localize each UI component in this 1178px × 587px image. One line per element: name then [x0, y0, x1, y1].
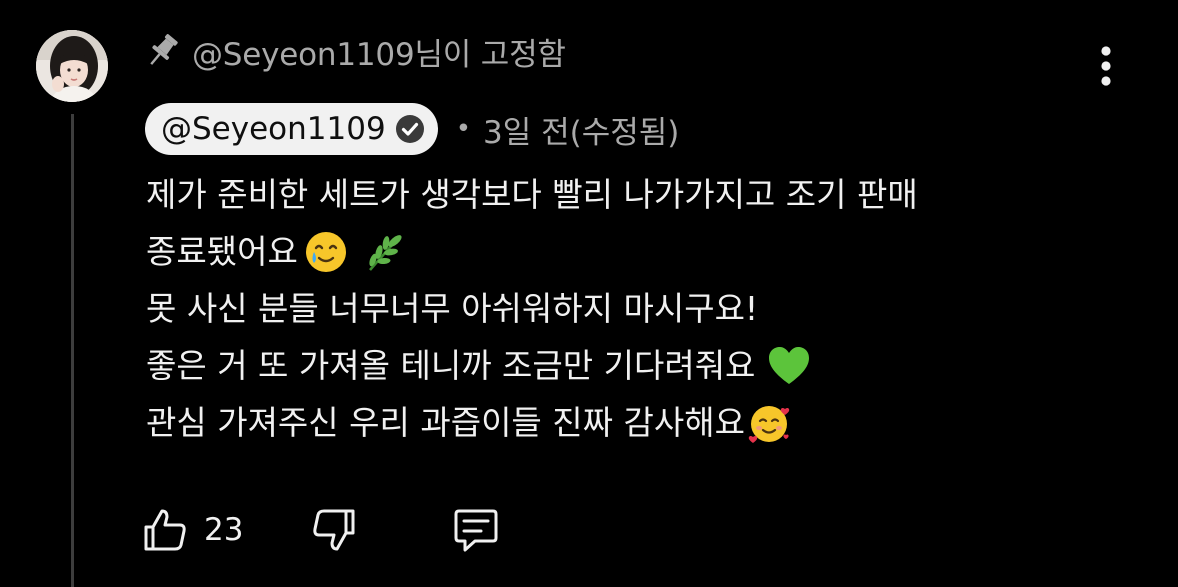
smiling-face-with-tear-icon: [302, 228, 350, 276]
like-count: 23: [204, 512, 244, 548]
herb-icon: [360, 228, 408, 276]
comment-text: 제가 준비한 세트가 생각보다 빨리 나가가지고 조기 판매 종료됐어요 못 사…: [146, 166, 1146, 451]
author-name[interactable]: @Seyeon1109: [161, 111, 386, 147]
thread-line: [71, 114, 74, 587]
separator-dot: •: [455, 114, 472, 144]
more-vertical-icon[interactable]: [1086, 44, 1126, 88]
author-chip[interactable]: @Seyeon1109: [145, 103, 438, 155]
comment-line-text: 제가 준비한 세트가 생각보다 빨리 나가가지고 조기 판매: [146, 175, 918, 214]
comment-header: @Seyeon1109 • 3일 전(수정됨): [145, 103, 679, 155]
comment-timestamp[interactable]: 3일 전(수정됨): [483, 107, 679, 152]
reply-comment-icon[interactable]: [451, 505, 501, 555]
comment-line: 제가 준비한 세트가 생각보다 빨리 나가가지고 조기 판매: [146, 166, 1146, 223]
comment-line: 못 사신 분들 너무너무 아쉬워하지 마시구요!: [146, 280, 1146, 337]
like-button[interactable]: 23: [140, 505, 243, 555]
thumbs-down-icon[interactable]: [309, 505, 359, 555]
dislike-button[interactable]: [309, 505, 359, 555]
comment-actions: 23: [140, 500, 501, 560]
smiling-face-with-hearts-icon: [745, 399, 793, 447]
pinned-by-text: @Seyeon1109님이 고정함: [192, 36, 566, 73]
thumbs-up-icon[interactable]: [140, 505, 190, 555]
comment-line: 관심 가져주신 우리 과즙이들 진짜 감사해요: [146, 394, 1146, 451]
comment-line-text: 못 사신 분들 너무너무 아쉬워하지 마시구요!: [146, 289, 759, 328]
comment-line: 종료됐어요: [146, 223, 1146, 280]
comment-line: 좋은 거 또 가져올 테니까 조금만 기다려줘요: [146, 337, 1146, 394]
green-heart-icon: [765, 342, 813, 390]
comment-line-text: 종료됐어요: [146, 232, 298, 271]
comment-line-text: 관심 가져주신 우리 과즙이들 진짜 감사해요: [146, 403, 745, 442]
reply-button[interactable]: [451, 505, 501, 555]
pin-icon: [146, 31, 178, 71]
comment-line-text: 좋은 거 또 가져올 테니까 조금만 기다려줘요: [146, 346, 756, 385]
pinned-label: @Seyeon1109님이 고정함: [146, 28, 566, 74]
verified-check-icon: [394, 113, 426, 145]
avatar[interactable]: [36, 30, 108, 102]
